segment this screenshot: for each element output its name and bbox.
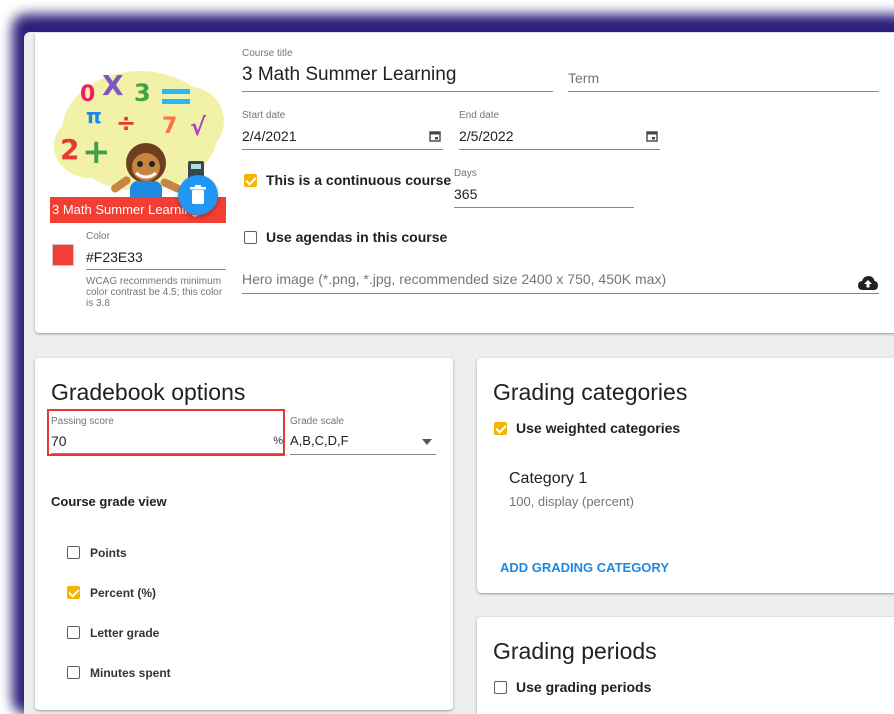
course-title-label: Course title bbox=[242, 48, 293, 59]
grading-periods-card: Grading periods Use grading periods bbox=[477, 617, 894, 714]
category-list-item[interactable]: Category 1 100, display (percent) bbox=[493, 462, 793, 512]
svg-text:7: 7 bbox=[162, 114, 177, 139]
percent-label: Percent (%) bbox=[90, 586, 157, 600]
gradebook-options-title: Gradebook options bbox=[51, 379, 246, 405]
gradebook-options-card: Gradebook options Passing score 70 % Gra… bbox=[35, 358, 453, 710]
svg-text:+: + bbox=[82, 132, 111, 172]
start-date-value: 2/4/2021 bbox=[242, 128, 297, 144]
color-field[interactable]: #F23E33 bbox=[86, 245, 226, 270]
svg-text:2: 2 bbox=[60, 133, 79, 166]
end-date-label: End date bbox=[459, 110, 500, 121]
points-label: Points bbox=[90, 546, 127, 560]
agendas-checkbox[interactable] bbox=[244, 231, 257, 244]
svg-text:π: π bbox=[86, 104, 102, 128]
cloud-upload-icon[interactable] bbox=[857, 275, 879, 291]
days-field[interactable]: 365 bbox=[454, 181, 634, 208]
use-grading-periods-label: Use grading periods bbox=[516, 679, 652, 695]
term-placeholder: Term bbox=[568, 70, 600, 86]
screenshot-frame: 0 X 3 π ÷ 7 √ 2 + 3 Math Summer Learning… bbox=[0, 0, 894, 714]
grade-scale-select[interactable]: A,B,C,D,F bbox=[290, 429, 436, 455]
grading-categories-card: Grading categories Use weighted categori… bbox=[477, 358, 894, 593]
letter-grade-checkbox[interactable] bbox=[67, 626, 80, 639]
hero-image-field[interactable]: Hero image (*.png, *.jpg, recommended si… bbox=[242, 267, 879, 294]
course-grade-view-title: Course grade view bbox=[51, 494, 167, 509]
term-field[interactable]: Term bbox=[568, 61, 879, 92]
color-swatch[interactable] bbox=[52, 244, 74, 266]
passing-score-value: 70 bbox=[51, 433, 67, 449]
add-grading-category-button[interactable]: ADD GRADING CATEGORY bbox=[500, 560, 669, 575]
calendar-icon[interactable] bbox=[429, 130, 441, 142]
grading-categories-title: Grading categories bbox=[493, 379, 688, 405]
course-title-field[interactable]: 3 Math Summer Learning bbox=[242, 61, 553, 92]
start-date-field[interactable]: 2/4/2021 bbox=[242, 123, 443, 150]
grading-periods-title: Grading periods bbox=[493, 638, 657, 664]
color-contrast-hint-text: WCAG recommends minimum color contrast b… bbox=[86, 276, 223, 309]
days-label: Days bbox=[454, 168, 477, 179]
agendas-label: Use agendas in this course bbox=[266, 229, 448, 245]
hero-image-placeholder: Hero image (*.png, *.jpg, recommended si… bbox=[242, 271, 667, 287]
start-date-label: Start date bbox=[242, 110, 286, 121]
percent-checkbox[interactable] bbox=[67, 586, 80, 599]
color-contrast-hint: WCAG recommends minimum color contrast b… bbox=[86, 276, 226, 309]
continuous-course-checkbox[interactable] bbox=[244, 174, 257, 187]
grade-scale-label: Grade scale bbox=[290, 416, 344, 427]
category-detail: 100, display (percent) bbox=[509, 494, 635, 509]
course-details-card: 0 X 3 π ÷ 7 √ 2 + 3 Math Summer Learning… bbox=[35, 33, 894, 333]
svg-text:÷: ÷ bbox=[116, 109, 136, 137]
weighted-categories-label: Use weighted categories bbox=[516, 420, 681, 436]
passing-score-suffix: % bbox=[273, 435, 283, 447]
passing-score-field[interactable]: 70 % bbox=[51, 429, 283, 454]
use-grading-periods-checkbox[interactable] bbox=[494, 681, 507, 694]
svg-text:√: √ bbox=[190, 113, 207, 141]
letter-grade-label: Letter grade bbox=[90, 626, 160, 640]
end-date-field[interactable]: 2/5/2022 bbox=[459, 123, 660, 150]
grade-scale-value: A,B,C,D,F bbox=[290, 433, 349, 448]
course-title-value: 3 Math Summer Learning bbox=[242, 64, 457, 85]
calendar-icon[interactable] bbox=[646, 130, 658, 142]
trash-icon bbox=[190, 185, 206, 204]
color-label: Color bbox=[86, 231, 110, 242]
svg-text:3: 3 bbox=[134, 79, 151, 107]
end-date-value: 2/5/2022 bbox=[459, 128, 514, 144]
minutes-spent-checkbox[interactable] bbox=[67, 666, 80, 679]
category-name: Category 1 bbox=[509, 470, 588, 487]
dropdown-arrow-icon bbox=[422, 439, 432, 445]
course-image-caption-text: 3 Math Summer Learning bbox=[52, 202, 199, 217]
days-value: 365 bbox=[454, 186, 478, 202]
delete-image-button[interactable] bbox=[178, 175, 218, 215]
minutes-spent-label: Minutes spent bbox=[90, 666, 171, 680]
points-checkbox[interactable] bbox=[67, 546, 80, 559]
weighted-categories-checkbox[interactable] bbox=[494, 422, 507, 435]
color-value: #F23E33 bbox=[86, 249, 143, 265]
continuous-course-label: This is a continuous course bbox=[266, 172, 452, 188]
passing-score-label: Passing score bbox=[51, 416, 114, 427]
svg-text:X: X bbox=[102, 69, 124, 102]
